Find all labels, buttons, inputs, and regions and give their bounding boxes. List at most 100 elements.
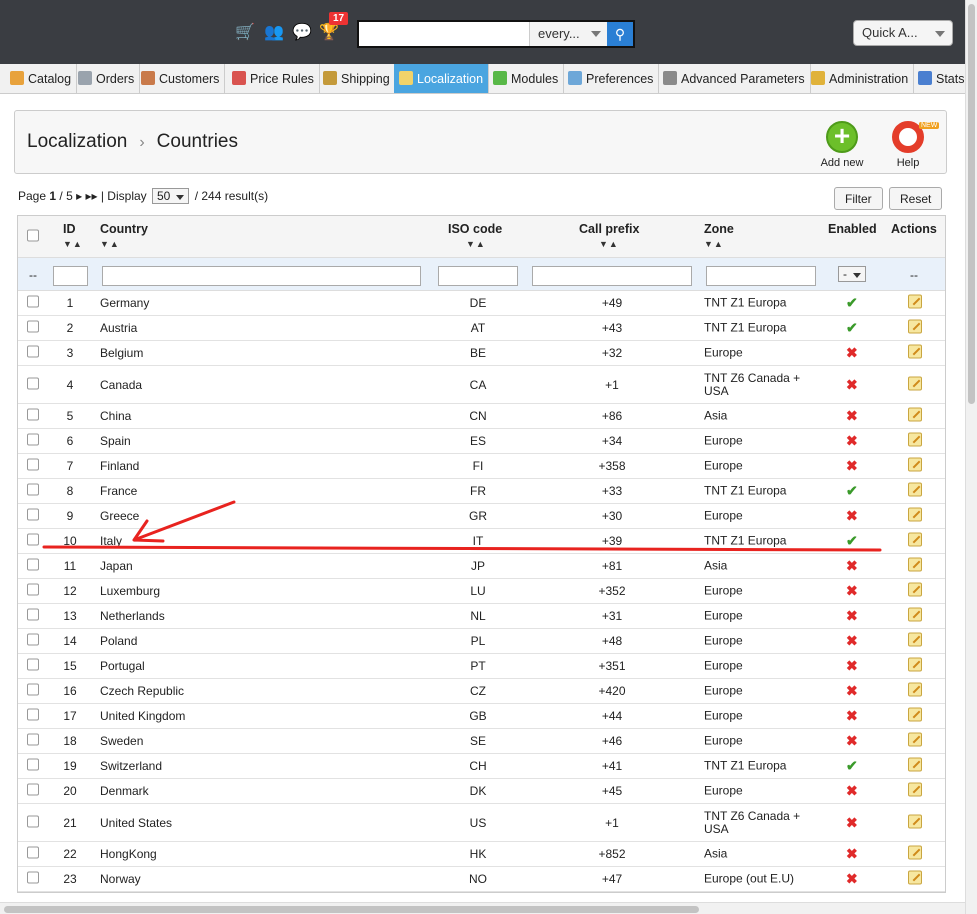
sort-icon[interactable]: ▼▲ [466, 239, 486, 249]
table-row[interactable]: 3 Belgium BE +32 Europe ✖ [18, 341, 945, 366]
vertical-scroll-thumb[interactable] [968, 4, 975, 404]
tab-price-rules[interactable]: Price Rules [227, 64, 320, 93]
vertical-scrollbar[interactable] [965, 0, 977, 914]
tab-shipping[interactable]: Shipping [318, 64, 396, 93]
table-row[interactable]: 6 Spain ES +34 Europe ✖ [18, 429, 945, 454]
messages-icon[interactable]: 💬 [291, 22, 313, 44]
notification-badge[interactable]: 17 [329, 12, 349, 25]
edit-icon[interactable] [908, 376, 922, 393]
table-row[interactable]: 17 United Kingdom GB +44 Europe ✖ [18, 704, 945, 729]
last-page-icon[interactable]: ▸▸ [85, 189, 97, 203]
cross-icon[interactable]: ✖ [846, 658, 858, 675]
cross-icon[interactable]: ✖ [846, 683, 858, 700]
edit-icon[interactable] [908, 407, 922, 425]
edit-icon[interactable] [908, 870, 922, 888]
row-checkbox[interactable] [27, 683, 39, 699]
edit-icon[interactable] [908, 532, 922, 550]
table-row[interactable]: 22 HongKong HK +852 Asia ✖ [18, 842, 945, 867]
help-button[interactable]: NEW Help [887, 121, 940, 169]
row-checkbox[interactable] [27, 783, 39, 799]
table-row[interactable]: 13 Netherlands NL +31 Europe ✖ [18, 604, 945, 629]
edit-icon[interactable] [908, 732, 922, 750]
table-row[interactable]: 7 Finland FI +358 Europe ✖ [18, 454, 945, 479]
next-page-icon[interactable]: ▸ [76, 189, 82, 203]
cross-icon[interactable]: ✖ [846, 508, 858, 525]
filter-zone-input[interactable] [706, 266, 816, 286]
edit-icon[interactable] [908, 482, 922, 500]
row-checkbox[interactable] [27, 733, 39, 749]
edit-icon[interactable] [908, 344, 922, 362]
table-row[interactable]: 18 Sweden SE +46 Europe ✖ [18, 729, 945, 754]
cross-icon[interactable]: ✖ [846, 814, 858, 831]
table-row[interactable]: 16 Czech Republic CZ +420 Europe ✖ [18, 679, 945, 704]
table-row[interactable]: 21 United States US +1 TNT Z6 Canada + USA ✖ [18, 804, 945, 842]
table-row[interactable]: 9 Greece GR +30 Europe ✖ [18, 504, 945, 529]
row-checkbox[interactable] [27, 295, 39, 311]
cross-icon[interactable]: ✖ [846, 846, 858, 863]
row-checkbox[interactable] [27, 458, 39, 474]
table-row[interactable]: 23 Norway NO +47 Europe (out E.U) ✖ [18, 867, 945, 892]
row-checkbox[interactable] [27, 583, 39, 599]
table-row[interactable]: 2 Austria AT +43 TNT Z1 Europa ✔ [18, 316, 945, 341]
check-icon[interactable]: ✔ [846, 483, 858, 500]
table-row[interactable]: 14 Poland PL +48 Europe ✖ [18, 629, 945, 654]
edit-icon[interactable] [908, 507, 922, 525]
sort-icon[interactable]: ▼▲ [100, 239, 120, 249]
cross-icon[interactable]: ✖ [846, 458, 858, 475]
tab-localization[interactable]: Localization [394, 64, 490, 93]
edit-icon[interactable] [908, 432, 922, 450]
tab-orders[interactable]: Orders [73, 64, 141, 93]
edit-icon[interactable] [908, 557, 922, 575]
tab-advanced-parameters[interactable]: Advanced Parameters [658, 64, 811, 93]
row-checkbox[interactable] [27, 658, 39, 674]
customers-icon[interactable]: 👥 [263, 22, 285, 44]
table-row[interactable]: 11 Japan JP +81 Asia ✖ [18, 554, 945, 579]
row-checkbox[interactable] [27, 320, 39, 336]
quick-access-select[interactable]: Quick A... [853, 20, 953, 46]
row-checkbox[interactable] [27, 633, 39, 649]
select-all-checkbox[interactable] [27, 229, 39, 244]
per-page-select[interactable]: 50 [152, 188, 190, 204]
table-row[interactable]: 12 Luxemburg LU +352 Europe ✖ [18, 579, 945, 604]
check-icon[interactable]: ✔ [846, 533, 858, 550]
cross-icon[interactable]: ✖ [846, 558, 858, 575]
row-checkbox[interactable] [27, 377, 39, 392]
cross-icon[interactable]: ✖ [846, 376, 858, 393]
edit-icon[interactable] [908, 657, 922, 675]
tab-administration[interactable]: Administration [806, 64, 915, 93]
filter-button[interactable]: Filter [834, 187, 883, 210]
edit-icon[interactable] [908, 632, 922, 650]
tab-preferences[interactable]: Preferences [563, 64, 660, 93]
horizontal-scroll-thumb[interactable] [4, 906, 699, 913]
row-checkbox[interactable] [27, 758, 39, 774]
cross-icon[interactable]: ✖ [846, 345, 858, 362]
reset-button[interactable]: Reset [889, 187, 943, 210]
tab-modules[interactable]: Modules [488, 64, 565, 93]
table-row[interactable]: 5 China CN +86 Asia ✖ [18, 404, 945, 429]
table-row[interactable]: 20 Denmark DK +45 Europe ✖ [18, 779, 945, 804]
table-row[interactable]: 4 Canada CA +1 TNT Z6 Canada + USA ✖ [18, 366, 945, 404]
edit-icon[interactable] [908, 607, 922, 625]
sort-icon[interactable]: ▼▲ [63, 239, 83, 249]
edit-icon[interactable] [908, 294, 922, 312]
breadcrumb-section[interactable]: Localization [27, 131, 127, 152]
filter-iso-input[interactable] [438, 266, 518, 286]
edit-icon[interactable] [908, 757, 922, 775]
filter-enabled-select[interactable]: - [838, 266, 866, 282]
search-input[interactable] [359, 22, 529, 46]
add-new-button[interactable]: + Add new [819, 121, 865, 169]
search-scope-select[interactable]: every... [529, 22, 607, 46]
cross-icon[interactable]: ✖ [846, 408, 858, 425]
horizontal-scrollbar[interactable] [0, 902, 965, 914]
cross-icon[interactable]: ✖ [846, 433, 858, 450]
row-checkbox[interactable] [27, 433, 39, 449]
tab-customers[interactable]: Customers [136, 64, 226, 93]
filter-id-input[interactable] [53, 266, 88, 286]
edit-icon[interactable] [908, 707, 922, 725]
row-checkbox[interactable] [27, 708, 39, 724]
row-checkbox[interactable] [27, 508, 39, 524]
trophy-icon[interactable]: 🏆 [318, 22, 340, 44]
table-row[interactable]: 8 France FR +33 TNT Z1 Europa ✔ [18, 479, 945, 504]
cross-icon[interactable]: ✖ [846, 783, 858, 800]
edit-icon[interactable] [908, 782, 922, 800]
